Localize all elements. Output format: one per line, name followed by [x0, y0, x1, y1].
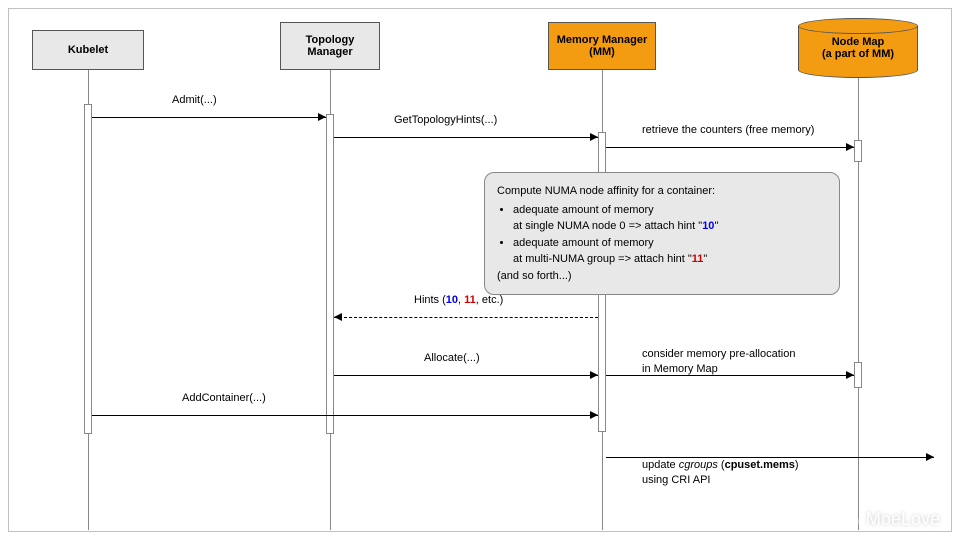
wechat-icon: [846, 512, 862, 528]
activation-nodemap-2: [854, 362, 862, 388]
msg-retrieve: retrieve the counters (free memory): [606, 140, 854, 154]
msg-add-container: AddContainer(...): [92, 408, 598, 422]
side-cgroups: update cgroups (cpuset.mems) using CRI A…: [642, 458, 799, 489]
msg-get-hints: GetTopologyHints(...): [334, 130, 598, 144]
activation-kubelet: [84, 104, 92, 434]
side-prealloc: consider memory pre-allocation in Memory…: [642, 347, 795, 378]
participant-topology: Topology Manager: [280, 22, 380, 70]
msg-allocate: Allocate(...): [334, 368, 598, 382]
participant-kubelet: Kubelet: [32, 30, 144, 70]
activation-topology: [326, 114, 334, 434]
activation-nodemap-1: [854, 140, 862, 162]
msg-hints-return: Hints (10, 11, etc.): [334, 310, 598, 324]
participant-memory: Memory Manager (MM): [548, 22, 656, 70]
note-compute-affinity: Compute NUMA node affinity for a contain…: [484, 172, 840, 295]
participant-nodemap: Node Map (a part of MM): [798, 18, 918, 78]
msg-admit: Admit(...): [92, 110, 326, 124]
watermark: MoeLove: [846, 509, 940, 530]
